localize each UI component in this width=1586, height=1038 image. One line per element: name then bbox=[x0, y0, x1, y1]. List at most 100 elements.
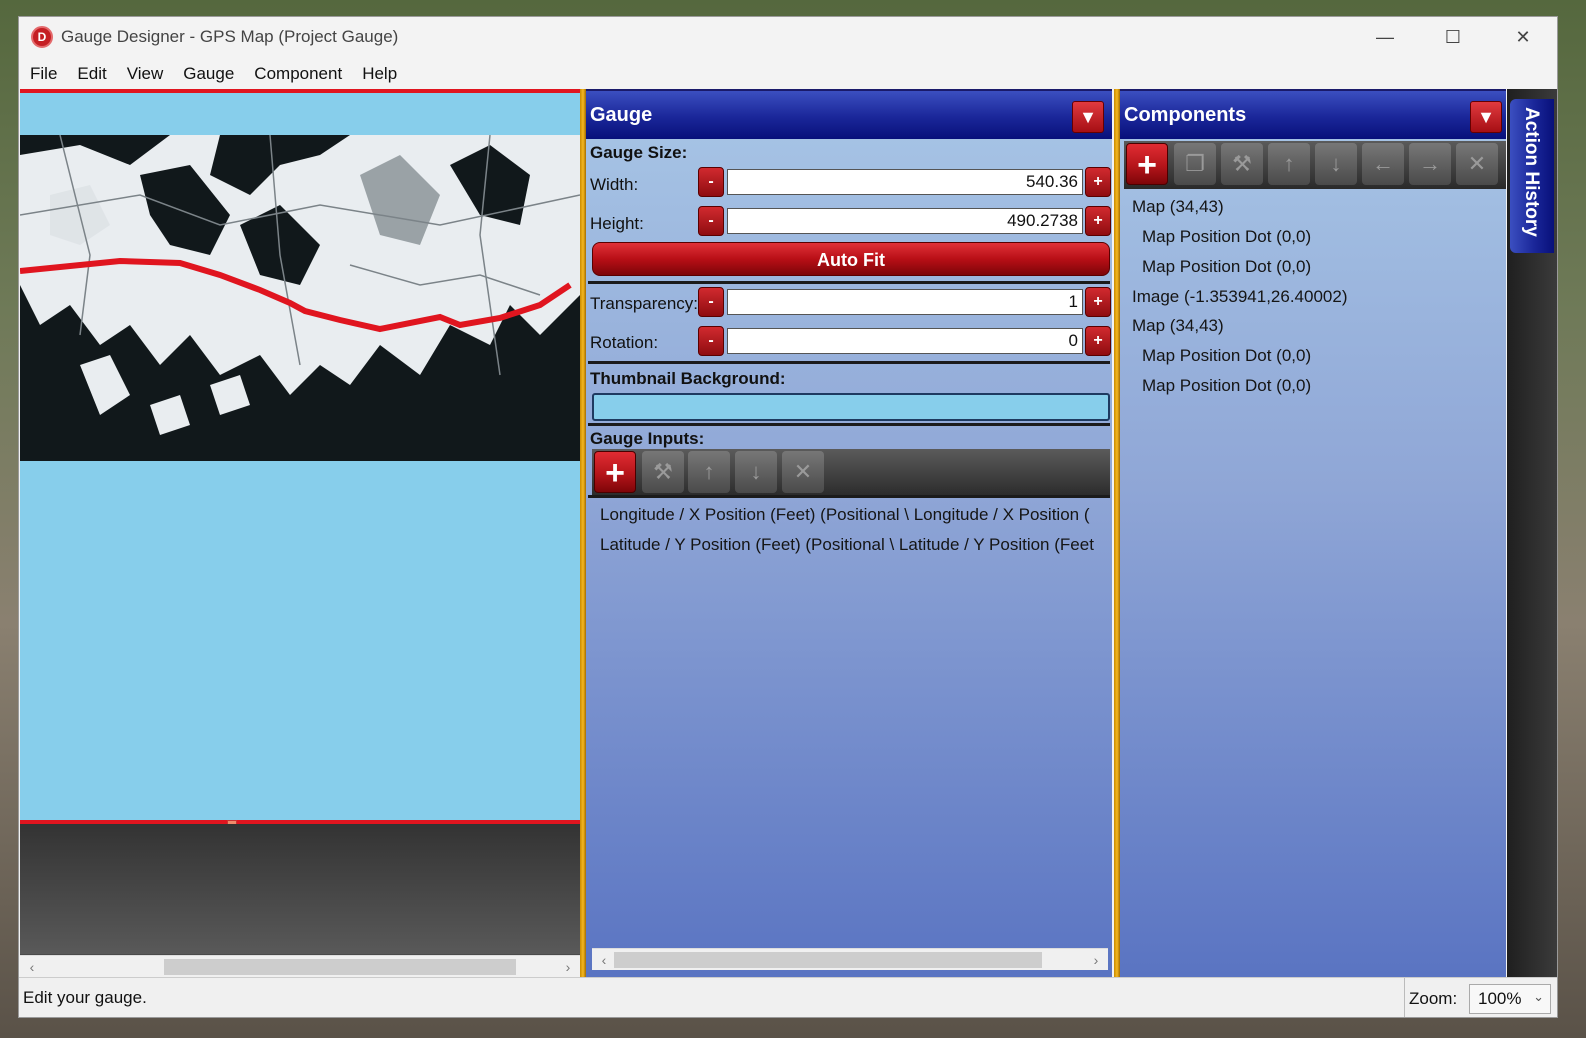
gauge-inputs-list: Longitude / X Position (Feet) (Positiona… bbox=[586, 499, 1110, 939]
rotation-decrease-button[interactable]: - bbox=[698, 326, 724, 356]
canvas-background bbox=[20, 824, 580, 954]
rotation-increase-button[interactable]: + bbox=[1085, 326, 1111, 356]
zoom-value: 100% bbox=[1478, 989, 1522, 1008]
pin-icon: ▼ bbox=[1477, 107, 1495, 127]
components-list: Map (34,43) Map Position Dot (0,0) Map P… bbox=[1120, 191, 1504, 971]
scroll-right-icon[interactable]: › bbox=[1086, 949, 1106, 971]
components-panel-header: Components ▼ bbox=[1120, 89, 1506, 139]
thumbnail-background-color[interactable] bbox=[592, 393, 1110, 421]
menu-view[interactable]: View bbox=[119, 64, 172, 84]
plus-icon: + bbox=[605, 454, 625, 492]
list-item[interactable]: Longitude / X Position (Feet) (Positiona… bbox=[600, 505, 1090, 525]
status-text: Edit your gauge. bbox=[23, 988, 147, 1007]
gauge-canvas[interactable]: ‹ › bbox=[20, 89, 580, 977]
status-bar: Edit your gauge. Zoom: 100% ⌄ bbox=[19, 977, 1557, 1017]
auto-fit-button[interactable]: Auto Fit bbox=[592, 242, 1110, 276]
transparency-input[interactable]: 1 bbox=[727, 289, 1083, 315]
close-icon: ✕ bbox=[1515, 26, 1531, 47]
list-item[interactable]: Map (34,43) bbox=[1132, 197, 1224, 217]
zoom-select[interactable]: 100% ⌄ bbox=[1469, 984, 1551, 1014]
maximize-button[interactable]: ☐ bbox=[1419, 17, 1487, 57]
rotation-input[interactable]: 0 bbox=[727, 328, 1083, 354]
components-panel-title: Components bbox=[1124, 103, 1247, 126]
menu-help[interactable]: Help bbox=[354, 64, 405, 84]
width-decrease-button[interactable]: - bbox=[698, 167, 724, 197]
menu-gauge[interactable]: Gauge bbox=[175, 64, 242, 84]
delete-component-button[interactable]: ✕ bbox=[1456, 143, 1498, 185]
zoom-area: Zoom: 100% ⌄ bbox=[1404, 978, 1551, 1017]
gauge-pin-button[interactable]: ▼ bbox=[1072, 101, 1104, 133]
scroll-left-icon[interactable]: ‹ bbox=[22, 956, 42, 978]
rotation-label: Rotation: bbox=[590, 333, 659, 352]
tools-icon: ⚒ bbox=[1232, 151, 1252, 176]
arrow-left-icon: ← bbox=[1372, 151, 1394, 176]
inputs-hscrollbar[interactable]: ‹ › bbox=[592, 948, 1108, 970]
delete-input-button[interactable]: ✕ bbox=[782, 451, 824, 493]
menu-component[interactable]: Component bbox=[246, 64, 350, 84]
list-item[interactable]: Map Position Dot (0,0) bbox=[1142, 346, 1311, 366]
list-item[interactable]: Map Position Dot (0,0) bbox=[1142, 227, 1311, 247]
duplicate-icon: ❐ bbox=[1185, 151, 1205, 176]
outdent-component-button[interactable]: ← bbox=[1362, 143, 1404, 185]
list-item[interactable]: Map Position Dot (0,0) bbox=[1142, 376, 1311, 396]
app-window: D Gauge Designer - GPS Map (Project Gaug… bbox=[18, 16, 1558, 1018]
gauge-size-label: Gauge Size: bbox=[590, 143, 688, 162]
chevron-down-icon: ⌄ bbox=[1533, 989, 1544, 1004]
indent-component-button[interactable]: → bbox=[1409, 143, 1451, 185]
close-button[interactable]: ✕ bbox=[1489, 17, 1557, 57]
list-item[interactable]: Latitude / Y Position (Feet) (Positional… bbox=[600, 535, 1094, 555]
arrow-up-icon: ↑ bbox=[703, 459, 715, 484]
minimize-button[interactable]: — bbox=[1351, 17, 1419, 57]
divider bbox=[588, 361, 1110, 364]
divider bbox=[588, 423, 1110, 426]
transparency-increase-button[interactable]: + bbox=[1085, 287, 1111, 317]
gauge-panel: Gauge ▼ Gauge Size: Width: - 540.36 + He… bbox=[586, 89, 1112, 977]
height-increase-button[interactable]: + bbox=[1085, 206, 1111, 236]
divider bbox=[588, 495, 1110, 498]
canvas-hscrollbar[interactable]: ‹ › bbox=[20, 955, 580, 977]
edit-component-button[interactable]: ⚒ bbox=[1221, 143, 1263, 185]
components-pin-button[interactable]: ▼ bbox=[1470, 101, 1502, 133]
move-input-down-button[interactable]: ↓ bbox=[735, 451, 777, 493]
delete-icon: ✕ bbox=[1467, 151, 1487, 176]
arrow-up-icon: ↑ bbox=[1283, 151, 1295, 176]
transparency-label: Transparency: bbox=[590, 294, 699, 313]
menu-file[interactable]: File bbox=[22, 64, 65, 84]
height-decrease-button[interactable]: - bbox=[698, 206, 724, 236]
inputs-scroll-thumb[interactable] bbox=[614, 952, 1042, 968]
gauge-inputs-label: Gauge Inputs: bbox=[590, 429, 705, 448]
add-input-button[interactable]: + bbox=[594, 451, 636, 493]
components-toolbar: + ❐ ⚒ ↑ ↓ ← → ✕ bbox=[1124, 141, 1506, 189]
height-input[interactable]: 490.2738 bbox=[727, 208, 1083, 234]
list-item[interactable]: Map Position Dot (0,0) bbox=[1142, 257, 1311, 277]
scroll-left-icon[interactable]: ‹ bbox=[594, 949, 614, 971]
move-component-up-button[interactable]: ↑ bbox=[1268, 143, 1310, 185]
minimize-icon: — bbox=[1376, 26, 1394, 47]
tools-icon: ⚒ bbox=[653, 459, 673, 484]
scroll-right-icon[interactable]: › bbox=[558, 956, 578, 978]
list-item[interactable]: Image (-1.353941,26.40002) bbox=[1132, 287, 1348, 307]
components-panel: Components ▼ + ❐ ⚒ ↑ ↓ ← → ✕ Map (34,43)… bbox=[1120, 89, 1506, 977]
canvas-scroll-thumb[interactable] bbox=[164, 959, 516, 975]
list-item[interactable]: Map (34,43) bbox=[1132, 316, 1224, 336]
move-input-up-button[interactable]: ↑ bbox=[688, 451, 730, 493]
height-label: Height: bbox=[590, 214, 644, 233]
map-image bbox=[20, 135, 580, 461]
maximize-icon: ☐ bbox=[1444, 26, 1462, 47]
width-input[interactable]: 540.36 bbox=[727, 169, 1083, 195]
pin-icon: ▼ bbox=[1079, 107, 1097, 127]
title-bar: D Gauge Designer - GPS Map (Project Gaug… bbox=[19, 17, 1557, 57]
action-history-tab[interactable]: Action History bbox=[1510, 99, 1554, 253]
menu-edit[interactable]: Edit bbox=[69, 64, 114, 84]
add-component-button[interactable]: + bbox=[1126, 143, 1168, 185]
window-title: Gauge Designer - GPS Map (Project Gauge) bbox=[61, 27, 399, 46]
arrow-down-icon: ↓ bbox=[750, 459, 762, 484]
move-component-down-button[interactable]: ↓ bbox=[1315, 143, 1357, 185]
width-increase-button[interactable]: + bbox=[1085, 167, 1111, 197]
map-graphic bbox=[20, 135, 580, 461]
duplicate-component-button[interactable]: ❐ bbox=[1174, 143, 1216, 185]
edit-input-button[interactable]: ⚒ bbox=[642, 451, 684, 493]
transparency-decrease-button[interactable]: - bbox=[698, 287, 724, 317]
arrow-right-icon: → bbox=[1419, 151, 1441, 176]
width-label: Width: bbox=[590, 175, 639, 194]
